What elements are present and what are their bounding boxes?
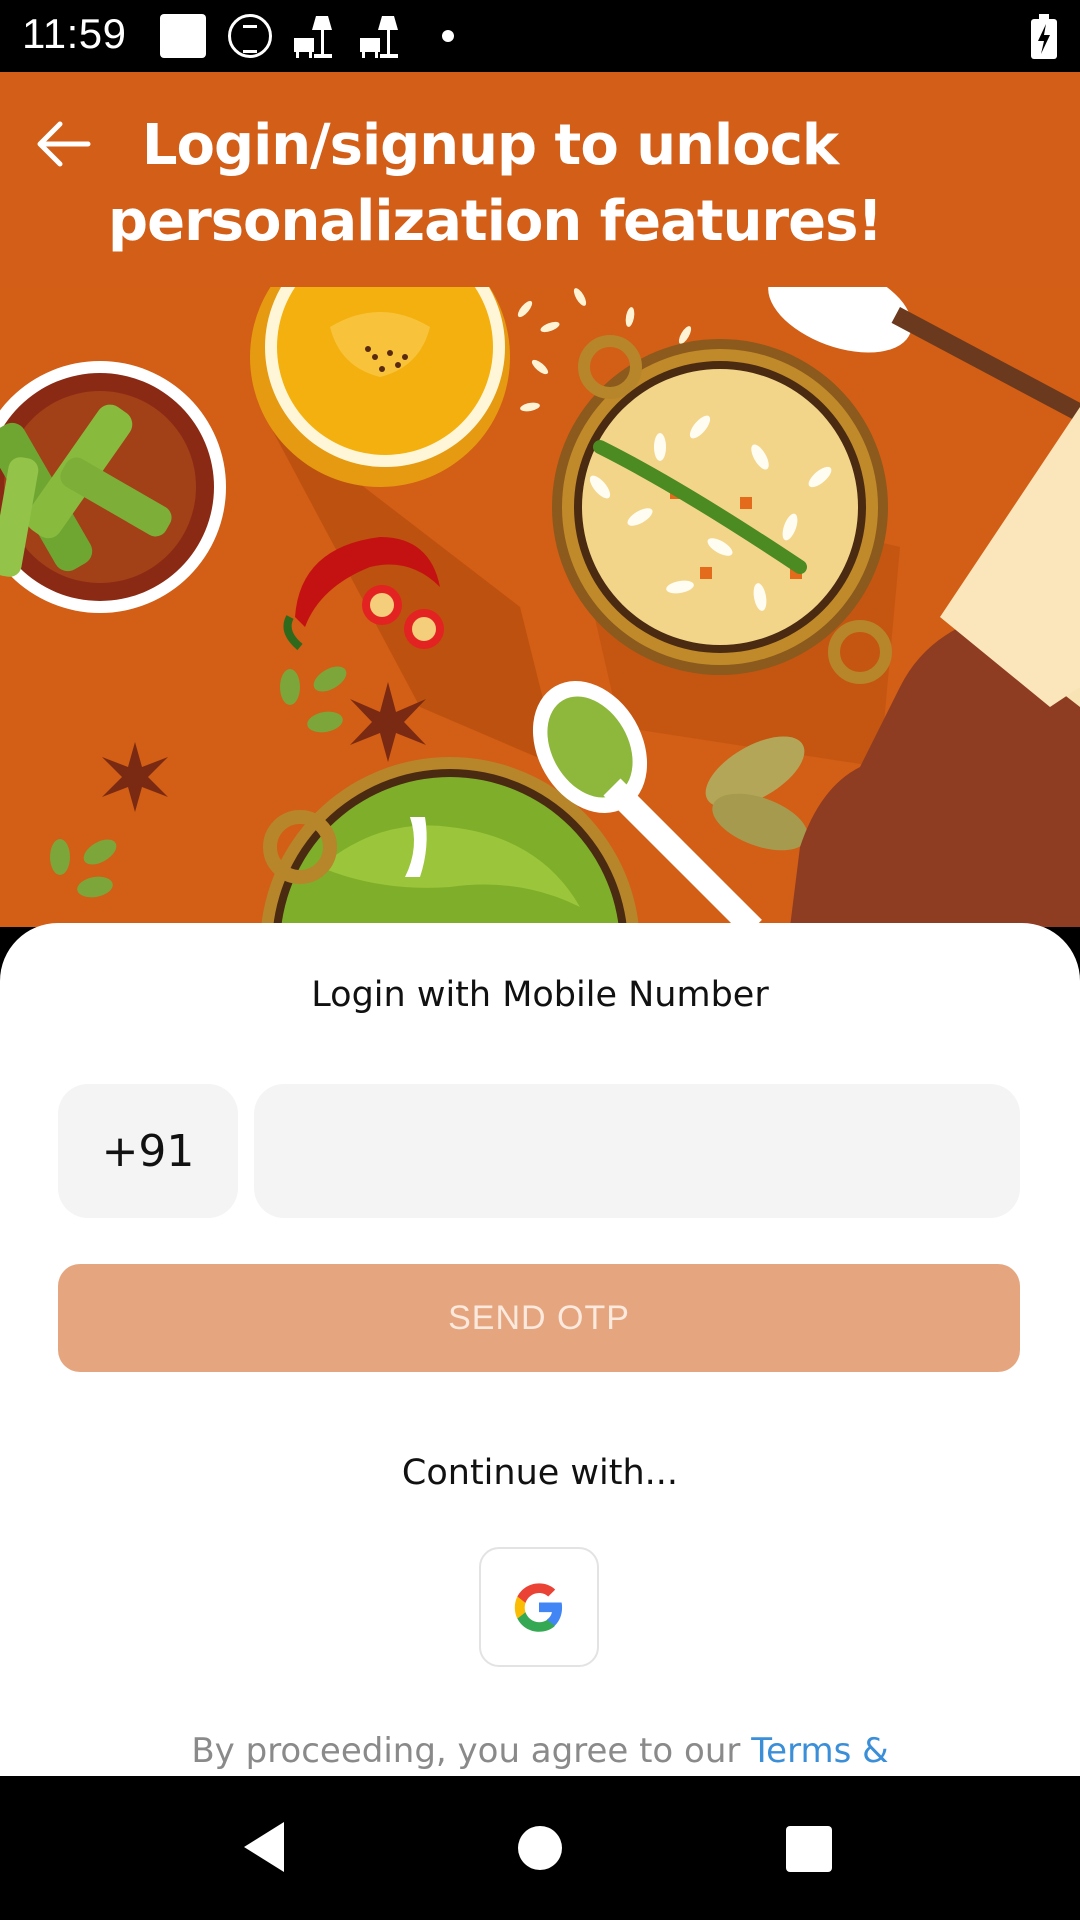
home-circle-icon[interactable] [518, 1826, 562, 1870]
notification-square-icon [160, 14, 206, 58]
google-login-button[interactable] [479, 1547, 599, 1667]
status-time: 11:59 [22, 10, 127, 57]
indian-food-illustration [0, 287, 1080, 927]
lamp-icon [360, 16, 398, 58]
terms-prefix: By proceeding, you agree to our [191, 1731, 752, 1771]
lamp-icon [294, 16, 332, 58]
dot-icon [442, 30, 454, 42]
page-title: Login/signup to unlock personalization f… [108, 108, 990, 260]
login-heading: Login with Mobile Number [311, 975, 769, 1015]
battery-charging-icon [1031, 14, 1057, 59]
timer-icon [228, 14, 272, 58]
continue-with-label: Continue with... [401, 1453, 679, 1493]
status-bar: 11:59 [0, 0, 1080, 72]
page-title-line2: personalization features! [108, 189, 883, 254]
recents-square-icon[interactable] [786, 1826, 832, 1872]
food-illustration-svg [0, 287, 1080, 927]
page-title-line1: Login/signup to unlock [141, 113, 839, 178]
country-code-label: +91 [101, 1125, 195, 1177]
google-logo-icon [514, 1583, 563, 1632]
send-otp-button[interactable]: SEND OTP [58, 1264, 1020, 1372]
header: Login/signup to unlock personalization f… [0, 72, 1080, 287]
phone-number-input[interactable] [254, 1084, 1020, 1218]
login-sheet: Login with Mobile Number +91 SEND OTP Co… [0, 923, 1080, 1776]
terms-text: By proceeding, you agree to our Terms & [0, 1731, 1080, 1771]
terms-link[interactable]: Terms & [751, 1731, 888, 1771]
country-code-selector[interactable]: +91 [58, 1084, 238, 1218]
system-nav-bar [0, 1776, 1080, 1920]
back-triangle-icon[interactable] [240, 1820, 288, 1874]
